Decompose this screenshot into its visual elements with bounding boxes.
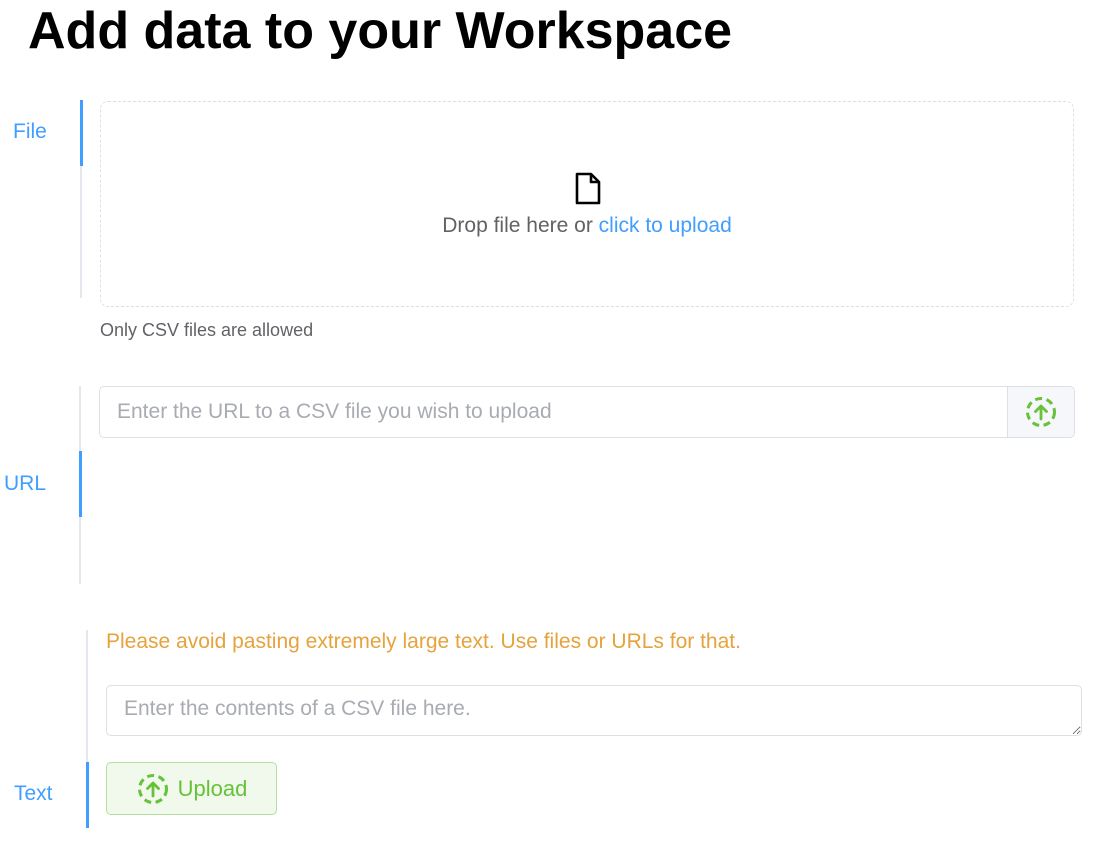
- upload-button-label: Upload: [177, 775, 248, 801]
- url-rail-active: [79, 451, 82, 517]
- tab-text[interactable]: Text: [14, 782, 53, 806]
- url-input[interactable]: [100, 387, 1007, 437]
- page: Add data to your Workspace File Drop fil…: [0, 0, 1114, 843]
- file-type-tip: Only CSV files are allowed: [100, 320, 314, 340]
- drop-instructions: Drop file here or click to upload: [100, 214, 1074, 238]
- url-upload-button[interactable]: [1007, 387, 1074, 437]
- file-rail-active: [80, 100, 83, 166]
- drop-text: Drop file here or: [442, 214, 593, 237]
- upload-button[interactable]: Upload: [106, 762, 277, 815]
- file-icon: [575, 172, 601, 205]
- click-to-upload-link[interactable]: click to upload: [599, 214, 732, 237]
- upload-circle-icon: [1026, 397, 1056, 427]
- csv-text-input[interactable]: [106, 685, 1082, 736]
- url-input-group: [99, 386, 1075, 438]
- large-text-warning: Please avoid pasting extremely large tex…: [106, 630, 741, 653]
- tab-file[interactable]: File: [13, 120, 47, 144]
- page-title: Add data to your Workspace: [28, 2, 733, 60]
- upload-circle-icon: [137, 773, 168, 804]
- text-rail-active: [86, 762, 89, 828]
- tab-url[interactable]: URL: [4, 472, 46, 496]
